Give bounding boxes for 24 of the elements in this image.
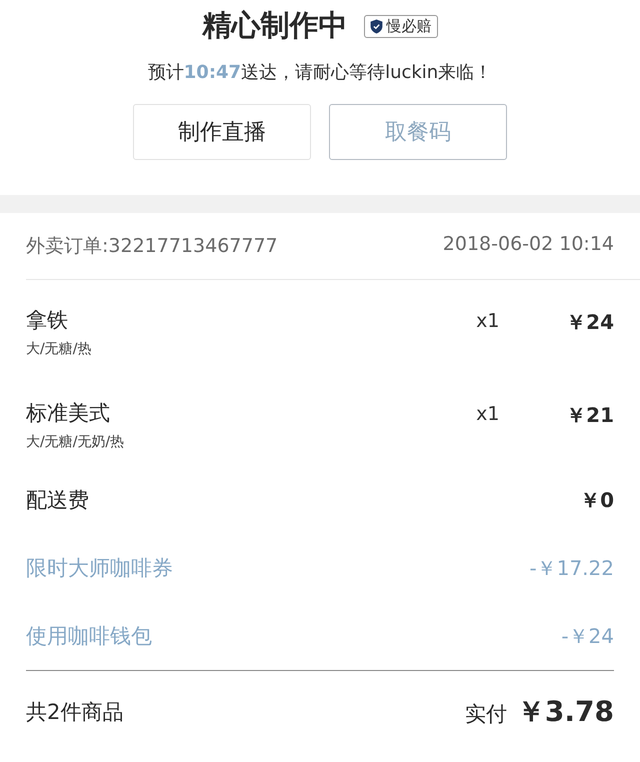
paid-amount: ￥3.78 — [516, 694, 614, 730]
charge-amount: -￥24 — [561, 622, 614, 650]
charge-label: 配送费 — [26, 487, 89, 514]
status-title: 精心制作中 — [202, 7, 348, 44]
item-name: 标准美式 — [26, 400, 111, 427]
item-name: 拿铁 — [26, 307, 69, 334]
item-quantity: x1 — [476, 310, 500, 332]
charge-label: 使用咖啡钱包 — [26, 623, 152, 650]
item-quantity: x1 — [476, 403, 500, 425]
paid-label: 实付 — [464, 701, 507, 728]
item-options: 大/无糖/无奶/热 — [26, 433, 476, 451]
badge-label: 慢必赔 — [386, 16, 432, 36]
order-time: 2018-06-02 10:14 — [442, 233, 614, 257]
order-number: 外卖订单:32217713467777 — [26, 234, 278, 259]
item-options: 大/无糖/热 — [26, 340, 476, 358]
charge-amount: -￥17.22 — [530, 554, 614, 582]
delivery-estimate: 预计10:47送达，请耐心等待luckin来临！ — [148, 61, 492, 84]
action-button[interactable]: 制作直播 — [133, 104, 311, 160]
shield-icon — [370, 18, 382, 34]
charge-label: 限时大师咖啡券 — [26, 555, 173, 582]
item-price: ￥21 — [566, 402, 614, 429]
item-count: 共2件商品 — [26, 699, 124, 726]
charge-amount: ￥0 — [580, 486, 614, 514]
item-price: ￥24 — [566, 309, 614, 336]
